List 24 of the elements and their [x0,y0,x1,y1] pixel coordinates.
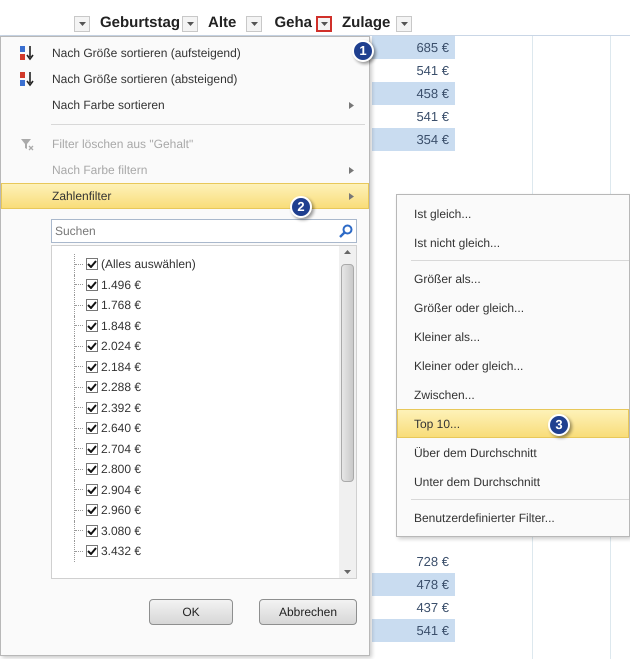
value-label: 3.432 € [101,543,142,560]
value-label: 2.960 € [101,502,142,520]
value-label: 1.496 € [101,276,142,294]
value-label: 2.288 € [101,379,142,396]
column-header: Geha [273,13,312,34]
value-label: 2.904 € [101,482,142,499]
table-cell: 541 € [372,619,455,642]
value-label: 2.024 € [101,338,142,356]
value-label: 1.848 € [101,318,142,335]
value-label: 2.640 € [101,420,142,438]
value-label: (Alles auswählen) [101,256,196,274]
value-label: 2.392 € [101,400,142,417]
table-cell: 458 € [372,82,455,105]
value-label: 2.704 € [101,440,142,458]
value-label: 3.080 € [101,522,142,540]
column-header: Geburtstag [100,13,178,34]
table-cell: 685 € [372,36,455,59]
value-label: 2.184 € [101,358,142,376]
value-label: 2.800 € [101,461,142,478]
table-cell: 354 € [372,128,455,151]
column-header: Alte [208,13,238,34]
value-label: 1.768 € [101,297,142,314]
column-header: Zulage [342,13,392,34]
table-cell: 478 € [372,573,455,596]
